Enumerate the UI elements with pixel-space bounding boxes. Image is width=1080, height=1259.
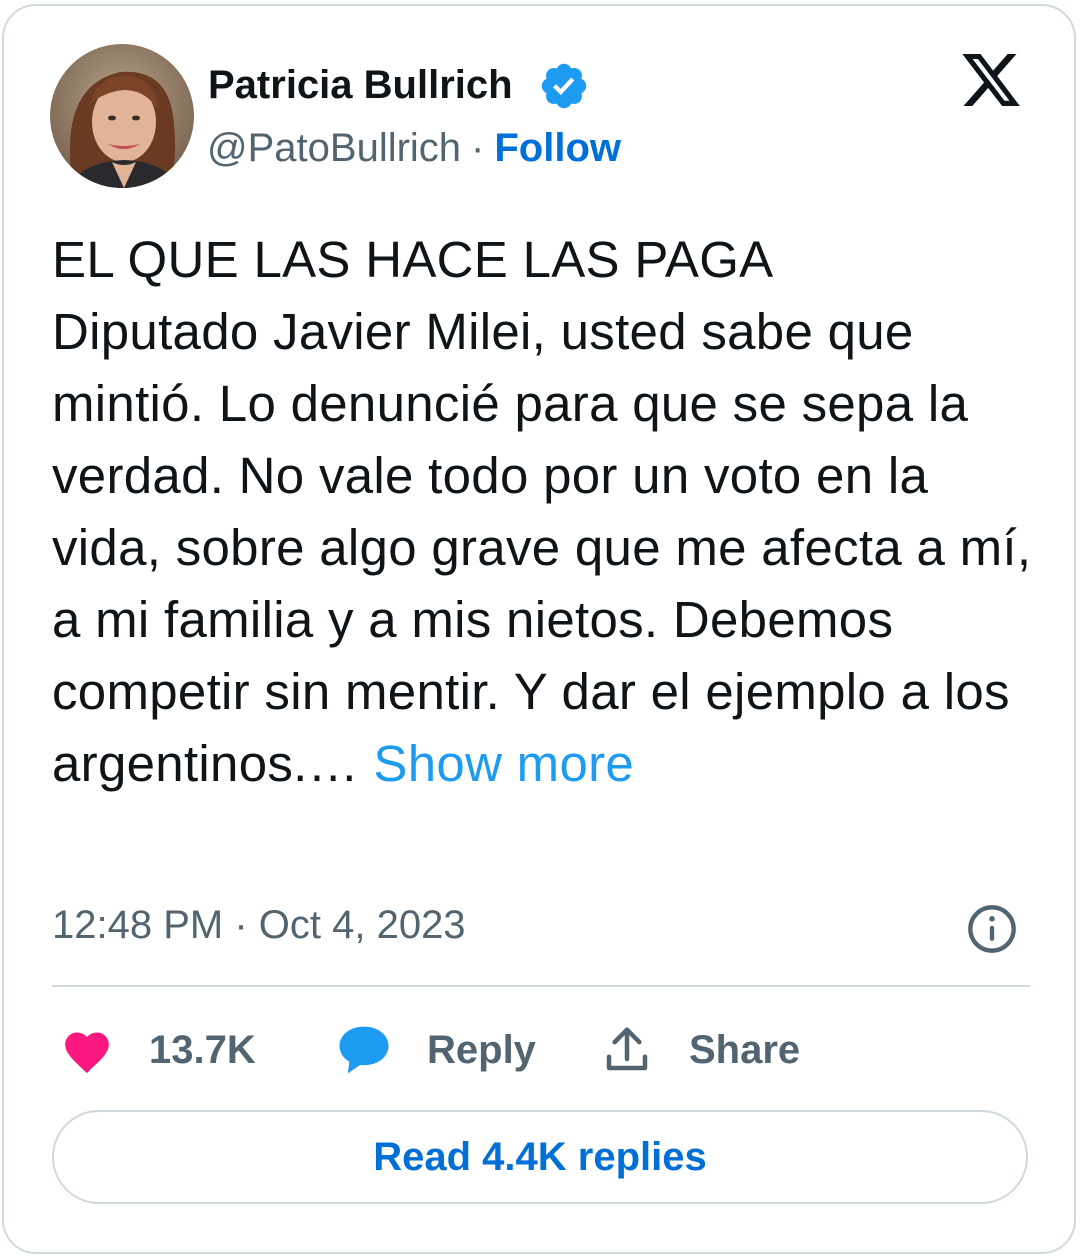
author-avatar[interactable]: [50, 44, 194, 188]
author-handle-row: @PatoBullrich · Follow: [207, 124, 621, 172]
x-logo-icon[interactable]: [956, 48, 1026, 112]
info-icon[interactable]: [966, 903, 1018, 955]
like-count: 13.7K: [149, 1027, 256, 1072]
reply-button[interactable]: Reply: [336, 1020, 536, 1080]
follow-button[interactable]: Follow: [494, 126, 621, 170]
tweet-body: EL QUE LAS HACE LAS PAGA Diputado Javier…: [52, 224, 1037, 800]
separator-dot: ·: [471, 126, 485, 170]
show-more-link[interactable]: Show more: [373, 735, 634, 792]
avatar-photo: [50, 44, 194, 188]
verified-badge-icon: [541, 63, 587, 109]
share-button[interactable]: Share: [600, 1020, 800, 1080]
tweet-text: EL QUE LAS HACE LAS PAGA Diputado Javier…: [52, 231, 1032, 792]
divider: [52, 985, 1030, 987]
speech-bubble-icon: [339, 1026, 389, 1074]
like-button[interactable]: 13.7K: [60, 1020, 256, 1080]
heart-icon: [65, 1032, 109, 1074]
author-handle[interactable]: @PatoBullrich: [207, 126, 461, 170]
author-display-name[interactable]: Patricia Bullrich: [208, 62, 513, 108]
share-label: Share: [689, 1027, 801, 1072]
tweet-timestamp[interactable]: 12:48 PM · Oct 4, 2023: [52, 900, 466, 950]
reply-label: Reply: [427, 1027, 536, 1072]
share-upload-icon: [606, 1027, 648, 1071]
read-replies-button[interactable]: Read 4.4K replies: [52, 1110, 1028, 1204]
